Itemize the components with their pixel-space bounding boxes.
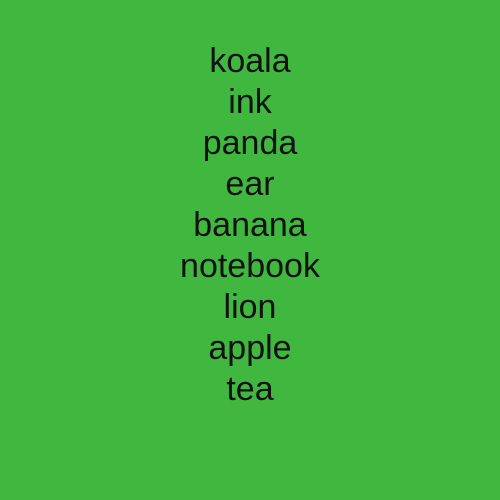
word-item: tea — [226, 370, 274, 408]
word-item: apple — [208, 329, 292, 367]
word-list: koala ink panda ear banana notebook lion… — [0, 41, 500, 410]
word-list-canvas: koala ink panda ear banana notebook lion… — [0, 0, 500, 500]
word-item: ear — [225, 165, 275, 203]
word-item: banana — [193, 206, 307, 244]
word-item: notebook — [180, 247, 320, 285]
word-item: ink — [228, 83, 272, 121]
word-item: koala — [209, 42, 291, 80]
word-item: panda — [202, 124, 298, 162]
word-item: lion — [223, 288, 277, 326]
